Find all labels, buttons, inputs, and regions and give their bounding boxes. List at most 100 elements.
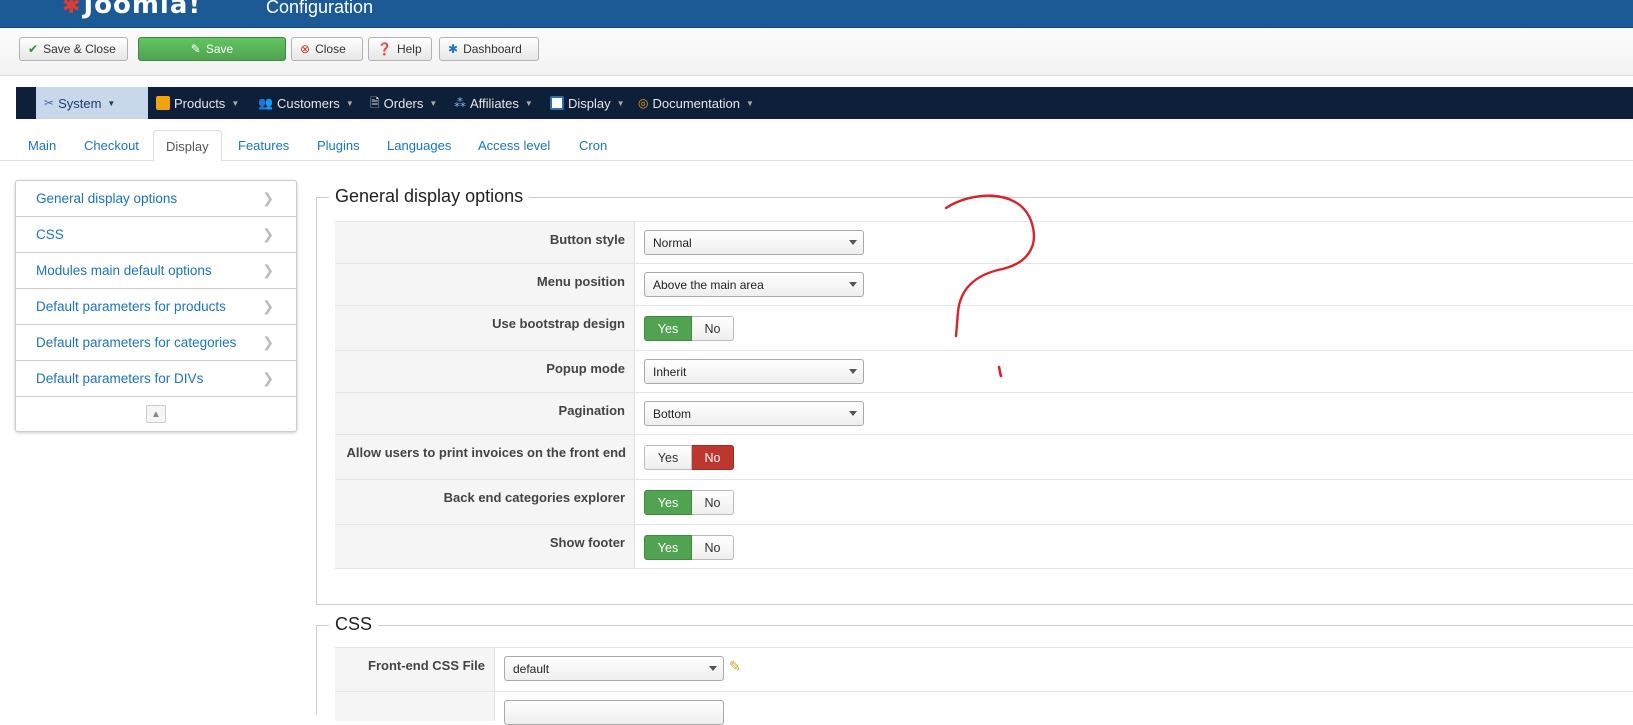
save-button[interactable]: ✎ Save (138, 37, 286, 61)
popup-mode-select[interactable]: Inherit (644, 359, 864, 384)
button-style-select[interactable]: Normal (644, 230, 864, 255)
yes-button[interactable]: Yes (644, 535, 692, 560)
print-invoices-toggle: Yes No (644, 445, 734, 470)
menu-documentation[interactable]: ◎ Documentation ▼ (630, 87, 762, 119)
caret-icon: ▼ (107, 98, 116, 108)
row-frontend-css: Front-end CSS File default ✎ (335, 647, 1633, 691)
sidebar-item-div-defaults[interactable]: Default parameters for DIVs ❯ (16, 361, 296, 397)
caret-icon: ▼ (345, 98, 354, 108)
document-icon: 🗎 (370, 96, 380, 110)
help-button[interactable]: ❓ Help (368, 37, 432, 61)
chevron-right-icon: ❯ (262, 370, 274, 386)
box-icon (156, 96, 170, 110)
frontend-css-select[interactable]: default (504, 656, 724, 681)
main-menu: ✂ System ▼ Products ▼ 👥 Customers ▼ 🗎 Order… (16, 87, 1633, 119)
page-title: Configuration (266, 0, 374, 17)
sidebar-item-product-defaults[interactable]: Default parameters for products ❯ (16, 289, 296, 325)
question-icon: ❓ (377, 42, 392, 56)
chevron-right-icon: ❯ (262, 298, 274, 314)
lifebuoy-icon: ◎ (638, 96, 649, 110)
joomla-logo: ✱Joomla! (62, 0, 202, 20)
row-print-invoices: Allow users to print invoices on the fro… (335, 434, 1633, 479)
caret-icon: ▼ (231, 98, 240, 108)
tab-checkout[interactable]: Checkout (72, 130, 151, 161)
app-header: ✱Joomla! Configuration (0, 0, 1633, 28)
chevron-right-icon: ❯ (262, 190, 274, 206)
field-label: Use bootstrap design (335, 306, 635, 350)
tools-icon: ✂ (44, 96, 55, 110)
menu-customers[interactable]: 👥 Customers ▼ (250, 87, 362, 119)
css-fieldset: CSS Front-end CSS File default ✎ (316, 614, 1633, 725)
next-css-select[interactable] (504, 700, 724, 725)
tab-languages[interactable]: Languages (375, 130, 463, 161)
sidebar-item-category-defaults[interactable]: Default parameters for categories ❯ (16, 325, 296, 361)
field-label: Button style (335, 222, 635, 263)
window-icon (550, 96, 564, 110)
pagination-select[interactable]: Bottom (644, 401, 864, 426)
scroll-top-button[interactable]: ▲ (146, 405, 166, 423)
close-icon: ⊗ (300, 42, 311, 56)
menu-products[interactable]: Products ▼ (148, 87, 247, 119)
chevron-right-icon: ❯ (262, 334, 274, 350)
no-button[interactable]: No (692, 445, 734, 470)
yes-button[interactable]: Yes (644, 490, 692, 515)
categories-explorer-toggle: Yes No (644, 490, 734, 515)
eject-icon: ▲ (151, 408, 161, 420)
dropdown-arrow-icon (849, 282, 857, 287)
check-icon: ✔ (28, 42, 39, 56)
config-tabs: Main Checkout Display Features Plugins L… (0, 125, 1633, 162)
menu-affiliates[interactable]: ⁂ Affiliates ▼ (446, 87, 541, 119)
caret-icon: ▼ (429, 98, 438, 108)
menu-position-select[interactable]: Above the main area (644, 272, 864, 297)
yes-button[interactable]: Yes (644, 316, 692, 341)
caret-icon: ▼ (524, 98, 533, 108)
fieldset-legend: General display options (329, 186, 530, 207)
row-show-footer: Show footer Yes No (335, 524, 1633, 569)
dropdown-arrow-icon (709, 666, 717, 671)
tab-main[interactable]: Main (16, 130, 68, 161)
field-label: Front-end CSS File (335, 648, 495, 691)
show-footer-toggle: Yes No (644, 535, 734, 560)
dropdown-arrow-icon (849, 240, 857, 245)
row-css-next (335, 691, 1633, 725)
sidebar-item-css[interactable]: CSS ❯ (16, 217, 296, 253)
question-mark-annotation (944, 194, 1036, 378)
close-button[interactable]: ⊗ Close (291, 37, 363, 61)
menu-system[interactable]: ✂ System ▼ (36, 87, 148, 119)
row-pagination: Pagination Bottom (335, 392, 1633, 434)
caret-icon: ▼ (745, 98, 754, 108)
dropdown-arrow-icon (849, 411, 857, 416)
tab-plugins[interactable]: Plugins (305, 130, 372, 161)
tab-cron[interactable]: Cron (567, 130, 619, 161)
save-close-button[interactable]: ✔ Save & Close (19, 37, 128, 61)
chevron-right-icon: ❯ (262, 226, 274, 242)
no-button[interactable]: No (692, 535, 734, 560)
edit-css-icon[interactable]: ✎ (729, 658, 741, 675)
fieldset-legend: CSS (329, 614, 379, 635)
yes-button[interactable]: Yes (644, 445, 692, 470)
no-button[interactable]: No (692, 316, 734, 341)
field-label: Menu position (335, 264, 635, 305)
no-button[interactable]: No (692, 490, 734, 515)
sidebar-footer: ▲ (16, 397, 296, 431)
field-label: Pagination (335, 393, 635, 434)
field-label: Popup mode (335, 351, 635, 392)
sidebar-item-modules-defaults[interactable]: Modules main default options ❯ (16, 253, 296, 289)
sidebar-item-general-display[interactable]: General display options ❯ (16, 181, 296, 217)
dashboard-button[interactable]: ✱ Dashboard (439, 37, 539, 61)
row-categories-explorer: Back end categories explorer Yes No (335, 479, 1633, 524)
dropdown-arrow-icon (849, 369, 857, 374)
menu-display[interactable]: Display ▼ (542, 87, 633, 119)
section-sidebar: General display options ❯ CSS ❯ Modules ma… (15, 180, 297, 432)
toolbar: ✔ Save & Close ✎ Save ⊗ Close ❓ Help ✱ D… (0, 28, 1633, 76)
menu-orders[interactable]: 🗎 Orders ▼ (362, 87, 445, 119)
caret-icon: ▼ (616, 98, 625, 108)
affiliates-icon: ⁂ (454, 96, 466, 110)
tab-display[interactable]: Display (153, 130, 222, 162)
bootstrap-toggle: Yes No (644, 316, 734, 341)
tab-features[interactable]: Features (226, 130, 301, 161)
tab-access-level[interactable]: Access level (466, 130, 562, 161)
dashboard-icon: ✱ (448, 42, 459, 56)
field-label: Allow users to print invoices on the fro… (335, 435, 635, 479)
users-icon: 👥 (258, 96, 273, 110)
